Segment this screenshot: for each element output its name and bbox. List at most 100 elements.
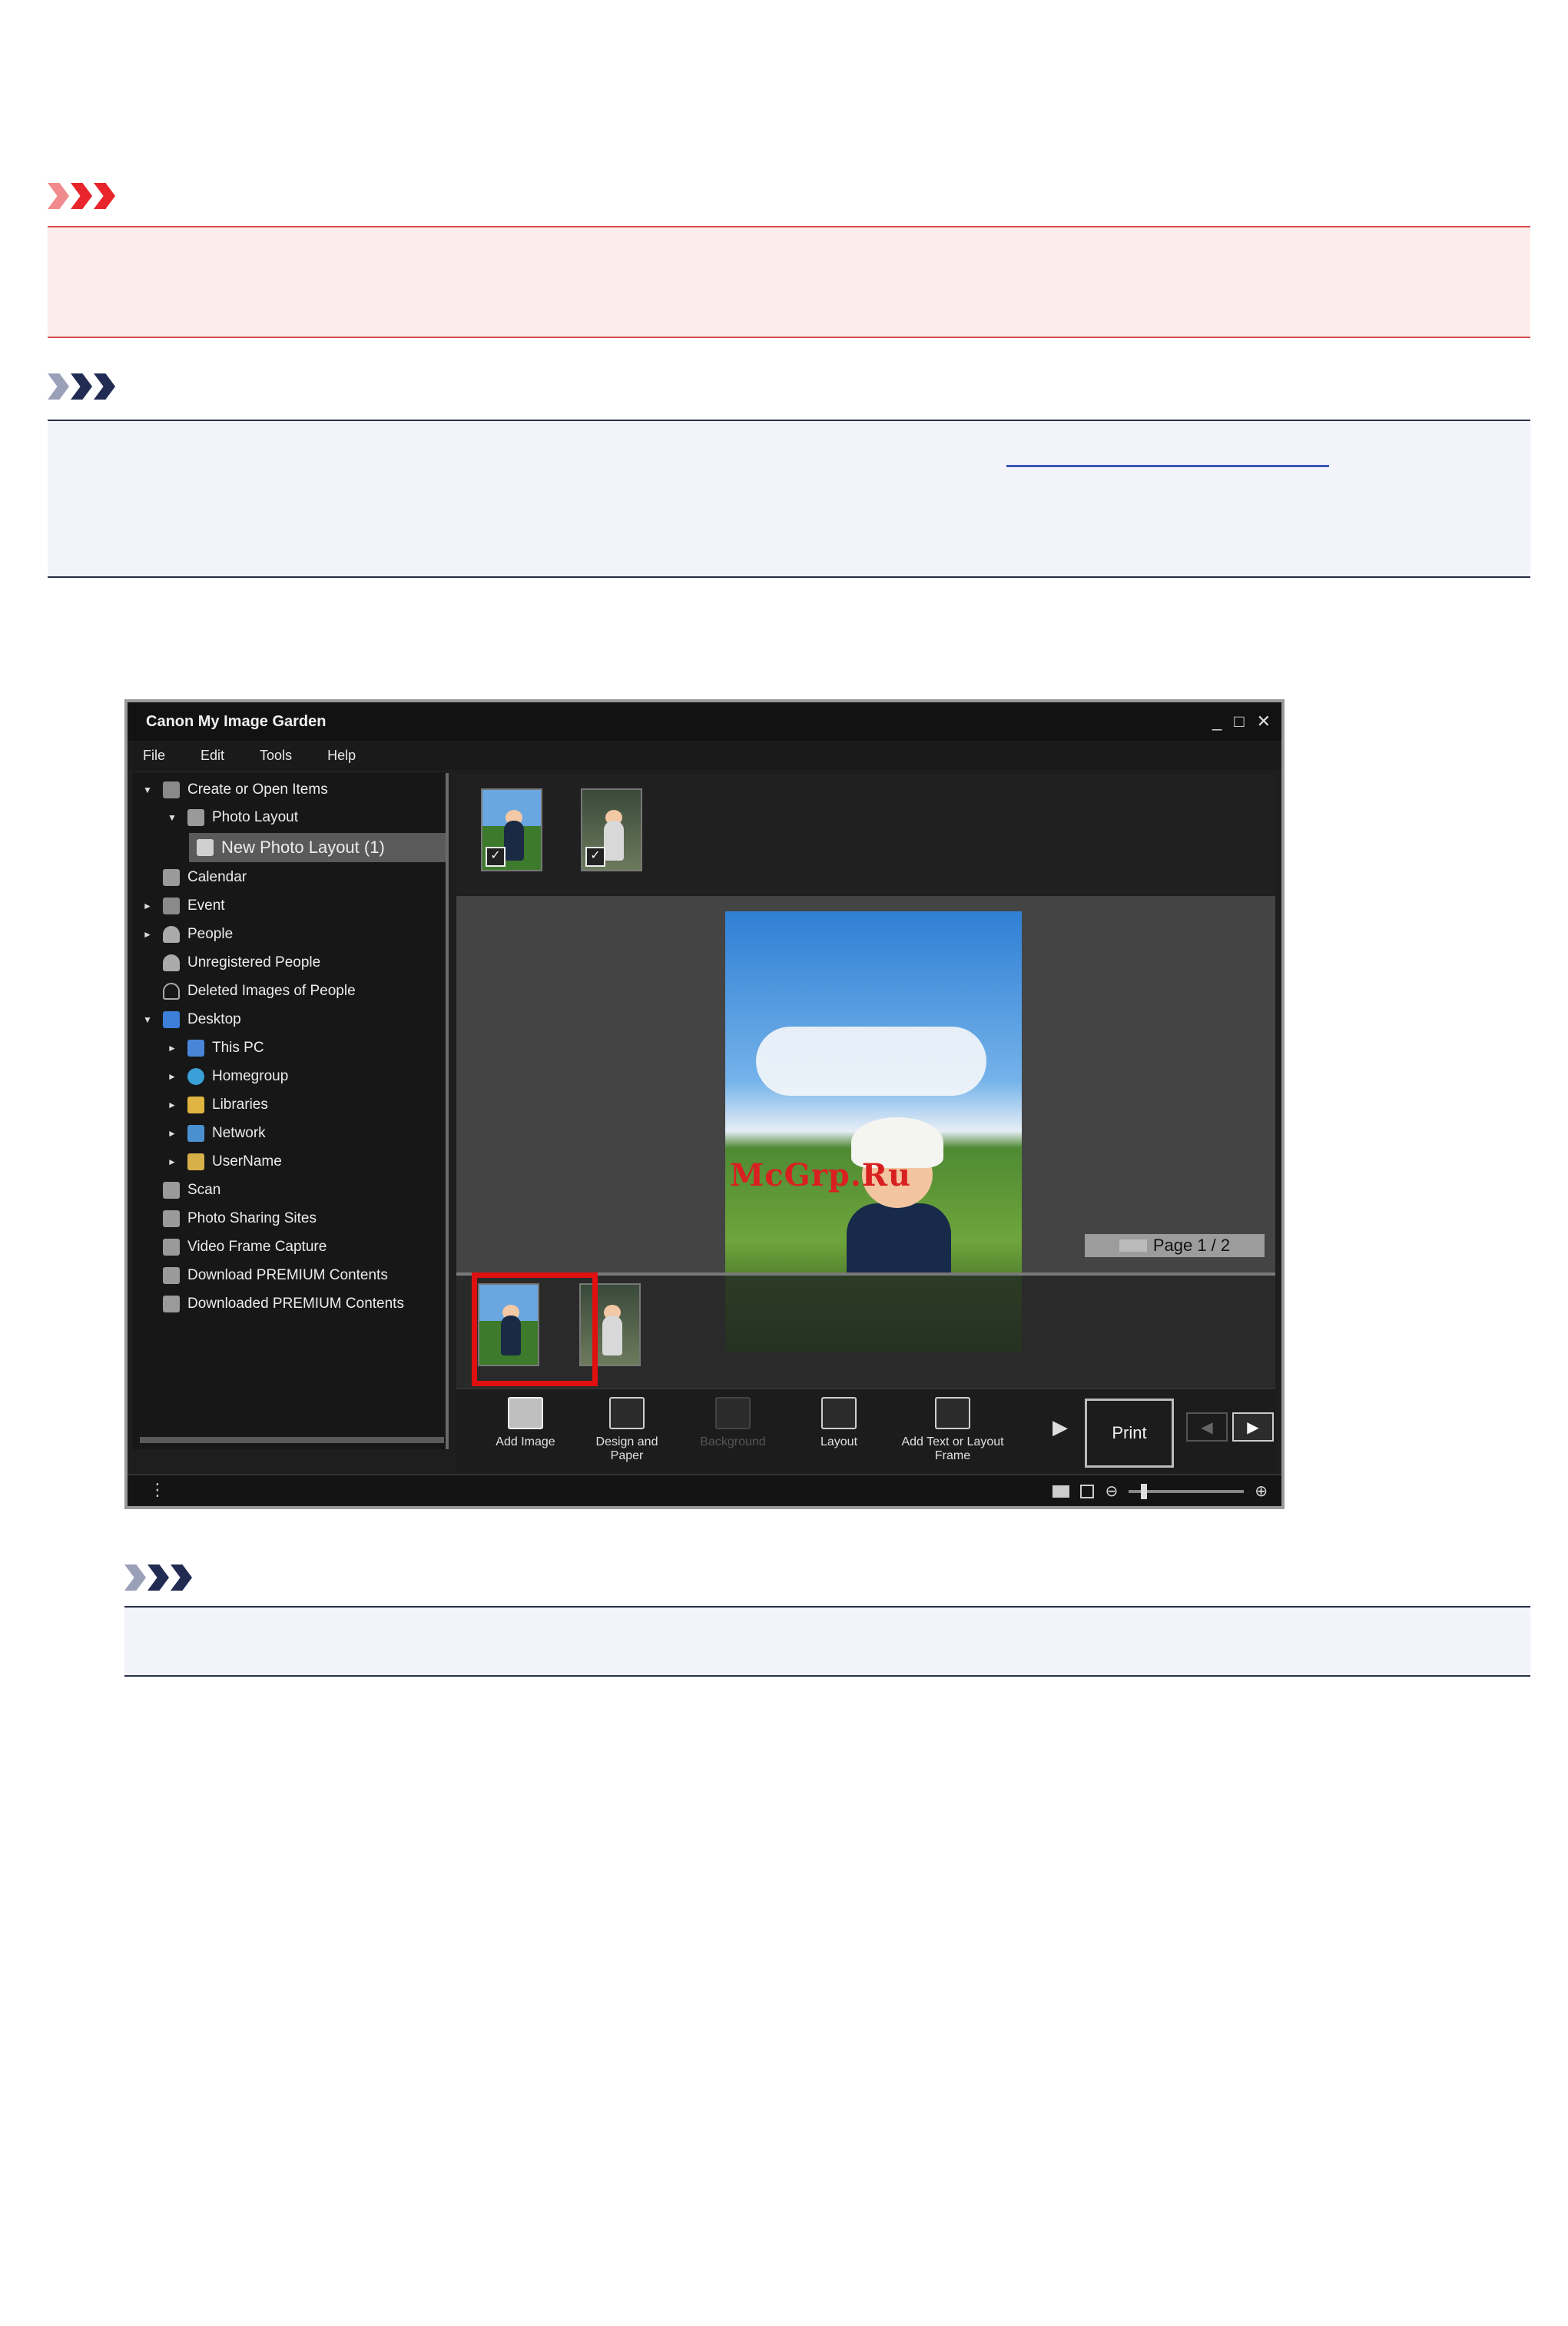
tree-item-people[interactable]: ► People (143, 922, 233, 947)
view-mode-icon[interactable] (1053, 1485, 1070, 1498)
fit-view-icon[interactable] (1080, 1484, 1095, 1498)
event-icon (163, 898, 180, 914)
material-thumbnail[interactable]: ✓ (481, 788, 542, 871)
close-icon[interactable]: ✕ (1257, 712, 1271, 732)
expand-arrow-icon[interactable]: ▼ (143, 1014, 154, 1025)
material-strip: ✓ ✓ (456, 775, 1275, 894)
tree-item-create-or-open-items[interactable]: ▼ Create or Open Items (143, 778, 328, 802)
zoom-slider[interactable] (1129, 1483, 1245, 1499)
tree-item-new-photo-layout[interactable]: New Photo Layout (1) (189, 833, 446, 862)
tree-item-libraries[interactable]: ► Libraries (167, 1093, 268, 1117)
status-menu-icon[interactable]: ⋮ (149, 1480, 166, 1500)
tree-item-label: UserName (212, 1153, 282, 1170)
more-tools-arrow-icon[interactable]: ▶ (1053, 1415, 1068, 1439)
tree-item-label: Calendar (187, 869, 247, 885)
edit-canvas[interactable]: McGrp.Ru Page 1 / 2 (456, 896, 1275, 1334)
layout-photo[interactable]: McGrp.Ru (725, 911, 1022, 1334)
minimize-icon[interactable]: _ (1212, 712, 1222, 732)
note-icon (124, 1564, 192, 1591)
people-icon (163, 926, 180, 943)
tree-item-scan[interactable]: Scan (163, 1178, 220, 1203)
menu-tools[interactable]: Tools (260, 748, 292, 764)
network-icon (187, 1125, 204, 1142)
design-and-paper-button[interactable]: Design and Paper (581, 1397, 673, 1463)
desktop-icon (163, 1011, 180, 1028)
tree-item-label: Photo Sharing Sites (187, 1210, 317, 1226)
video-frame-icon (163, 1239, 180, 1256)
tree-item-photo-sharing-sites[interactable]: Photo Sharing Sites (163, 1206, 317, 1231)
user-folder-icon (187, 1153, 204, 1170)
tree-item-label: Event (187, 898, 225, 914)
page-indicator: Page 1 / 2 (1085, 1234, 1265, 1257)
window-controls: _ □ ✕ (1212, 712, 1271, 732)
tree-item-unregistered-people[interactable]: Unregistered People (163, 951, 320, 975)
watermark: McGrp.Ru (730, 1157, 912, 1193)
add-text-button[interactable]: Add Text or Layout Frame (899, 1397, 1006, 1463)
tree-item-video-frame-capture[interactable]: Video Frame Capture (163, 1235, 327, 1259)
page-thumbnail-strip (456, 1272, 1275, 1388)
tree-item-label: Downloaded PREMIUM Contents (187, 1296, 404, 1312)
zoom-out-icon[interactable]: ⊖ (1105, 1482, 1118, 1501)
tree-item-downloaded-premium-contents[interactable]: Downloaded PREMIUM Contents (163, 1292, 404, 1316)
tree-item-label: Libraries (212, 1097, 268, 1113)
title-bar: Canon My Image Garden _ □ ✕ (128, 702, 1281, 741)
add-image-icon (508, 1397, 543, 1429)
design-paper-icon (609, 1397, 645, 1429)
background-button[interactable]: Background (687, 1397, 779, 1449)
hyperlink[interactable] (1006, 465, 1329, 467)
zoom-in-icon[interactable]: ⊕ (1255, 1482, 1268, 1501)
tree-item-this-pc[interactable]: ► This PC (167, 1036, 264, 1060)
tree-item-deleted-images-of-people[interactable]: Deleted Images of People (163, 979, 356, 1004)
tree-item-calendar[interactable]: Calendar (163, 865, 247, 890)
back-arrow-icon[interactable]: ◀ (1186, 1412, 1228, 1442)
tree-item-label: Create or Open Items (187, 781, 328, 798)
tree-item-download-premium-contents[interactable]: Download PREMIUM Contents (163, 1263, 388, 1288)
sidebar-tree: ▼ Create or Open Items ▼ Photo Layout Ne… (132, 773, 449, 1449)
expand-arrow-icon[interactable]: ► (143, 901, 154, 911)
page-indicator-label: Page 1 / 2 (1152, 1236, 1231, 1255)
expand-arrow-icon[interactable]: ► (143, 929, 154, 940)
maximize-icon[interactable]: □ (1234, 712, 1244, 732)
page-icon (1119, 1239, 1147, 1252)
create-items-icon (163, 781, 180, 798)
zoom-slider-handle[interactable] (1141, 1483, 1148, 1499)
scan-icon (163, 1182, 180, 1199)
expand-arrow-icon[interactable]: ▼ (143, 785, 154, 795)
tree-item-label: This PC (212, 1040, 264, 1056)
layout-icon (197, 839, 214, 856)
navigation-buttons: ◀ ▶ (1186, 1412, 1274, 1442)
expand-arrow-icon[interactable]: ► (167, 1128, 178, 1139)
expand-arrow-icon[interactable]: ► (167, 1071, 178, 1082)
menu-file[interactable]: File (143, 748, 165, 764)
pc-icon (187, 1040, 204, 1057)
tree-item-network[interactable]: ► Network (167, 1121, 266, 1146)
tree-item-label: Scan (187, 1182, 221, 1198)
bottom-toolbar: Add Image Design and Paper Background La… (456, 1388, 1275, 1475)
expand-arrow-icon[interactable]: ▼ (167, 812, 178, 823)
photo-layout-icon (187, 809, 204, 826)
add-image-button[interactable]: Add Image (479, 1397, 572, 1449)
tree-item-username[interactable]: ► UserName (167, 1150, 282, 1174)
tree-item-event[interactable]: ► Event (143, 894, 225, 918)
checkbox-icon[interactable]: ✓ (585, 847, 605, 867)
material-thumbnail[interactable]: ✓ (581, 788, 642, 871)
libraries-icon (187, 1097, 204, 1113)
unregistered-people-icon (163, 954, 180, 971)
expand-arrow-icon[interactable]: ► (167, 1100, 178, 1110)
tree-item-desktop[interactable]: ▼ Desktop (143, 1007, 241, 1032)
sidebar-scrollbar[interactable] (140, 1437, 444, 1443)
expand-arrow-icon[interactable]: ► (167, 1156, 178, 1167)
expand-arrow-icon[interactable]: ► (167, 1043, 178, 1054)
print-button[interactable]: Print (1085, 1399, 1174, 1468)
menu-help[interactable]: Help (327, 748, 356, 764)
checkbox-icon[interactable]: ✓ (486, 847, 506, 867)
forward-arrow-icon[interactable]: ▶ (1232, 1412, 1274, 1442)
tree-item-label: Unregistered People (187, 954, 321, 971)
tree-item-label: Video Frame Capture (187, 1239, 327, 1255)
deleted-people-icon (163, 983, 180, 1000)
tree-item-homegroup[interactable]: ► Homegroup (167, 1064, 288, 1089)
tree-item-photo-layout[interactable]: ▼ Photo Layout (167, 805, 298, 830)
layout-button[interactable]: Layout (793, 1397, 885, 1449)
menu-edit[interactable]: Edit (201, 748, 224, 764)
important-icon (48, 183, 115, 209)
